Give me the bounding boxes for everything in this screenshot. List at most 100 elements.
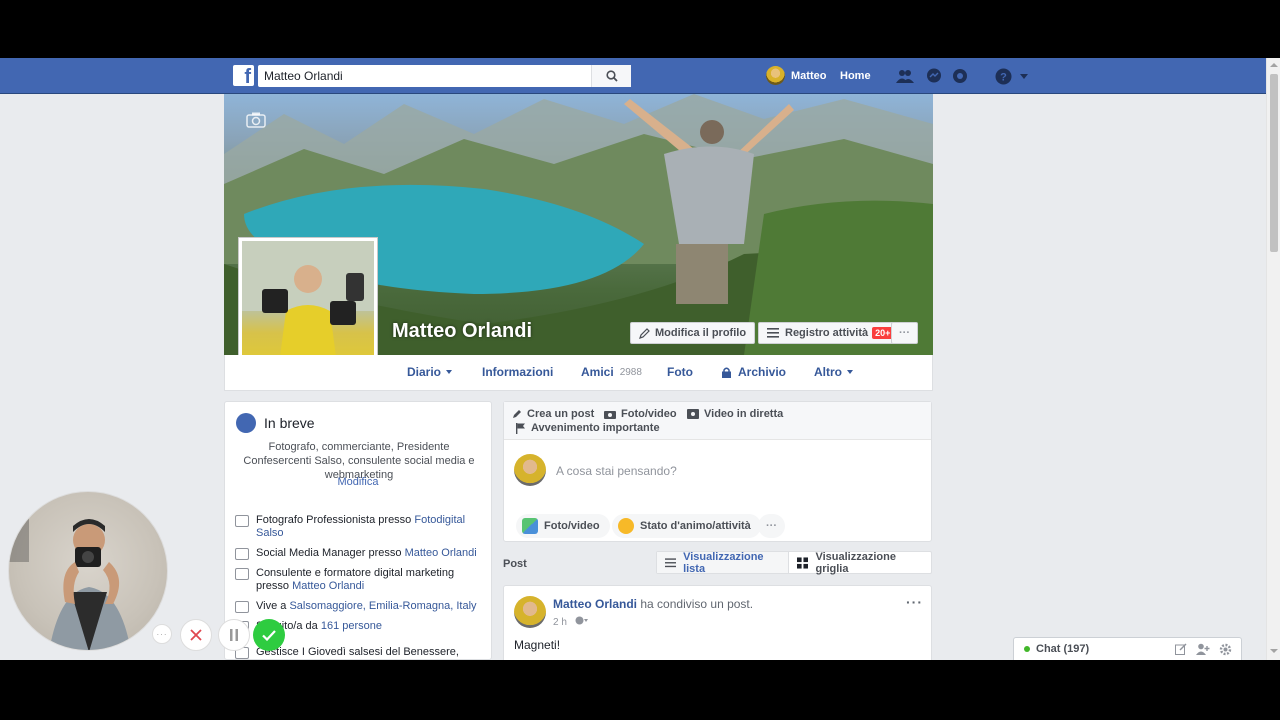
page-scrollbar[interactable] [1266, 58, 1280, 660]
intro-item-work-1: Fotografo Professionista presso Fotodigi… [235, 514, 480, 540]
search-input[interactable] [258, 65, 588, 87]
composer-photo-label: Foto/video [544, 520, 600, 532]
tab-timeline-label: Diario [407, 365, 442, 379]
help-icon[interactable]: ? [994, 67, 1012, 85]
messenger-icon[interactable] [925, 67, 943, 85]
post-author-link[interactable]: Matteo Orlandi [553, 597, 637, 611]
posts-section-title: Post [503, 558, 527, 570]
intro-item-text: Gestisce I Giovedì salsesi del Benessere… [256, 646, 459, 658]
create-post-label: Crea un post [527, 408, 595, 420]
tab-timeline[interactable]: Diario [407, 365, 453, 379]
composer-placeholder[interactable]: A cosa stai pensando? [556, 464, 677, 478]
browser-viewport: f Matteo Home ? [0, 58, 1280, 660]
pause-icon [230, 629, 238, 641]
chevron-down-icon [446, 370, 453, 374]
audience-icon[interactable] [575, 616, 589, 628]
live-video-tab[interactable]: Video in diretta [687, 408, 783, 420]
nav-user-link[interactable]: Matteo [766, 66, 826, 85]
intro-item-text: Social Media Manager presso [256, 547, 405, 559]
tab-more[interactable]: Altro [814, 365, 853, 379]
webcam-person-image [9, 492, 131, 650]
flag-icon [516, 422, 525, 434]
tab-archive-label: Archivio [738, 365, 787, 379]
edit-bio-link[interactable]: Modifica [225, 476, 491, 488]
post-author-avatar[interactable] [514, 596, 546, 628]
intro-item-text: Vive a [256, 600, 290, 612]
composer-avatar [514, 454, 546, 486]
create-post-tab[interactable]: Crea un post [512, 408, 594, 420]
webcam-overlay [8, 491, 168, 651]
intro-item-text: Fotografo Professionista presso [256, 514, 415, 526]
grid-view-button[interactable]: Visualizzazione griglia [789, 550, 931, 575]
chevron-down-icon [847, 370, 853, 374]
edit-profile-button[interactable]: Modifica il profilo [630, 322, 756, 344]
list-view-label: Visualizzazione lista [683, 550, 764, 575]
cover-more-label: ··· [899, 327, 910, 339]
composer-feeling-button[interactable]: Stato d'animo/attività [612, 514, 761, 538]
recorder-cancel-button[interactable] [180, 619, 212, 651]
recorder-pause-button[interactable] [218, 619, 250, 651]
close-icon [190, 629, 202, 641]
more-dots-icon: ··· [156, 629, 168, 639]
tab-friends[interactable]: Amici 2988 [581, 365, 642, 379]
intro-item-link[interactable]: Salsomaggiore, Emilia-Romagna, Italy [289, 600, 476, 612]
nav-home-link[interactable]: Home [840, 70, 871, 82]
gear-icon[interactable] [1219, 643, 1232, 659]
svg-text:?: ? [1000, 71, 1007, 83]
activity-log-label: Registro attività [785, 327, 869, 339]
grid-view-label: Visualizzazione griglia [815, 550, 896, 575]
composer-more-button[interactable]: ··· [758, 514, 785, 538]
scroll-down-arrow-icon[interactable] [1270, 649, 1278, 653]
intro-item-work-3: Consulente e formatore digital marketing… [235, 567, 480, 593]
friends-icon[interactable] [896, 67, 914, 85]
chat-label: Chat (197) [1036, 643, 1090, 655]
list-view-button[interactable]: Visualizzazione lista [657, 550, 790, 575]
globe-icon [236, 413, 256, 433]
activity-log-button[interactable]: Registro attività 20+ [758, 322, 903, 344]
composer-photo-button[interactable]: Foto/video [516, 514, 610, 538]
intro-item-link[interactable]: Matteo Orlandi [405, 547, 477, 559]
online-status-icon [1024, 646, 1030, 652]
new-message-icon[interactable] [1175, 643, 1187, 658]
tab-about[interactable]: Informazioni [482, 365, 553, 379]
cover-more-button[interactable]: ··· [891, 322, 918, 344]
search-button[interactable] [591, 65, 631, 87]
post-time-text[interactable]: 2 h [553, 617, 567, 628]
intro-item-link[interactable]: Matteo Orlandi [292, 580, 364, 592]
scroll-up-arrow-icon[interactable] [1270, 63, 1278, 67]
composer-header: Crea un post Foto/video Video in diretta… [504, 402, 931, 440]
lock-icon [722, 367, 731, 378]
photo-icon [522, 518, 538, 534]
checkmark-icon [262, 629, 276, 641]
tab-friends-label: Amici [581, 365, 614, 379]
photo-video-label: Foto/video [621, 408, 677, 420]
tab-more-label: Altro [814, 365, 842, 379]
briefcase-icon [235, 548, 249, 560]
account-menu-icon[interactable] [1019, 67, 1029, 85]
recorder-finish-button[interactable] [253, 619, 285, 651]
composer-more-label: ··· [766, 520, 777, 532]
notifications-icon[interactable] [951, 67, 969, 85]
smiley-icon [618, 518, 634, 534]
tab-archive[interactable]: Archivio [722, 365, 786, 379]
scrollbar-thumb[interactable] [1270, 74, 1278, 252]
view-switcher: Visualizzazione lista Visualizzazione gr… [656, 550, 932, 575]
nav-user-name: Matteo [791, 69, 827, 82]
post-options-button[interactable]: ··· [906, 594, 923, 610]
chat-bar[interactable]: Chat (197) [1013, 637, 1242, 660]
tab-photos[interactable]: Foto [667, 365, 693, 379]
home-icon [235, 601, 249, 613]
list-icon [665, 557, 677, 567]
add-friends-to-chat-icon[interactable] [1196, 643, 1210, 658]
recorder-more-button[interactable]: ··· [152, 624, 172, 644]
post-action: ha condiviso un post. [640, 597, 754, 611]
list-icon [767, 328, 779, 338]
post-timestamp: 2 h [553, 616, 589, 628]
photo-video-tab[interactable]: Foto/video [604, 408, 677, 420]
profile-photo-image [242, 241, 374, 372]
facebook-logo-icon[interactable]: f [233, 65, 254, 86]
life-event-tab[interactable]: Avvenimento importante [516, 422, 660, 434]
post-text: Magneti! [514, 638, 561, 652]
camera-icon[interactable] [246, 112, 266, 131]
intro-item-link[interactable]: 161 persone [321, 620, 382, 632]
